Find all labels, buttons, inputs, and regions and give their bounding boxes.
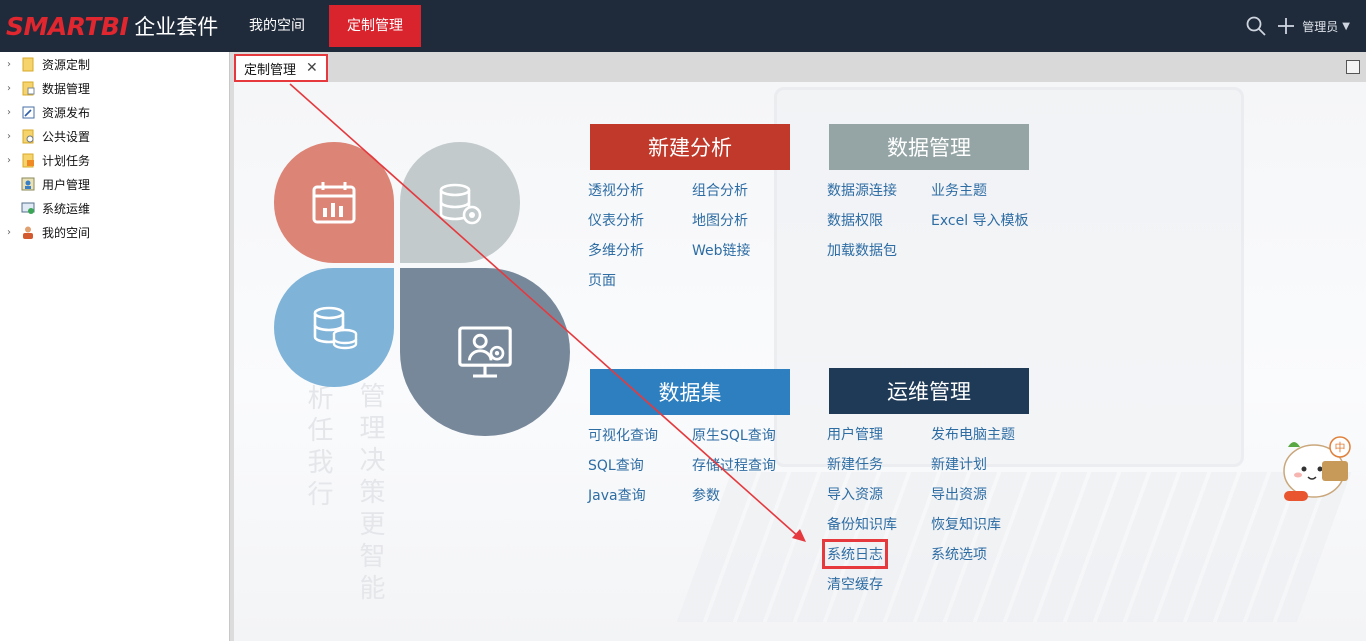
nav-my-space[interactable]: 我的空间 [231,5,323,47]
svg-text:中: 中 [1335,441,1346,454]
link-parameter[interactable]: 参数 [692,485,720,505]
maximize-icon[interactable] [1346,60,1360,74]
expand-arrow-icon[interactable]: › [2,59,16,70]
publish-icon [20,104,36,120]
link-combined-analysis[interactable]: 组合分析 [692,180,748,200]
logo-suite: 企业套件 [134,15,219,39]
settings-icon [20,128,36,144]
tab-bar: 定制管理 ✕ [234,52,1366,82]
expand-arrow-icon[interactable]: › [2,131,16,142]
sidebar-item-data-manage[interactable]: › 数据管理 [0,76,229,100]
logo-brand: SMARTBI [6,11,129,41]
link-excel-import-template[interactable]: Excel 导入模板 [931,210,1029,230]
monitor-user-icon [458,326,512,378]
logo: SMARTBI 企业套件 [6,9,218,43]
petal-data-manage[interactable] [400,142,520,263]
link-load-data-package[interactable]: 加载数据包 [827,240,897,260]
data-manage-button[interactable]: 数据管理 [829,124,1029,170]
link-data-permission[interactable]: 数据权限 [827,210,883,230]
link-new-schedule[interactable]: 新建计划 [931,454,987,474]
expand-arrow-icon[interactable]: › [2,107,16,118]
tab-custom-manage[interactable]: 定制管理 ✕ [234,54,328,82]
custom-manage-panel: 分析任我行 管理决策更智能 新建分析 透视分析 组合分析 仪表分析 地图分析 多… [234,82,1366,641]
link-java-query[interactable]: Java查询 [588,485,646,505]
expand-arrow-icon[interactable]: › [2,227,16,238]
link-dashboard-analysis[interactable]: 仪表分析 [588,210,644,230]
top-right-tools: 管理员 ▼ [1242,0,1366,52]
dataset-button[interactable]: 数据集 [590,369,790,415]
link-datasource-connect[interactable]: 数据源连接 [827,180,897,200]
link-visual-query[interactable]: 可视化查询 [588,425,658,445]
sidebar-item-label: 用户管理 [42,177,91,192]
link-import-resource[interactable]: 导入资源 [827,484,883,504]
sidebar-item-my-space[interactable]: › 我的空间 [0,220,229,244]
link-restore-repository[interactable]: 恢复知识库 [931,514,1001,534]
sidebar-item-label: 计划任务 [42,153,91,168]
database-gear-icon [439,183,482,224]
sidebar-item-label: 数据管理 [42,81,91,96]
sidebar-item-user-manage[interactable]: 用户管理 [0,172,229,196]
user-manage-icon [20,176,36,192]
chevron-down-icon[interactable]: ▼ [1342,21,1350,32]
mascot-icon[interactable]: 中 [1268,425,1360,515]
petal-new-analysis[interactable] [274,142,394,263]
folder-icon [20,56,36,72]
sidebar-item-resource-custom[interactable]: › 资源定制 [0,52,229,76]
main-nav: 我的空间 定制管理 [231,5,427,47]
link-web-link[interactable]: Web链接 [692,240,751,260]
link-system-log[interactable]: 系统日志 [822,539,888,569]
sidebar-item-label: 我的空间 [42,225,91,240]
link-user-manage[interactable]: 用户管理 [827,424,883,444]
link-publish-pc-theme[interactable]: 发布电脑主题 [931,424,1015,444]
sidebar-item-label: 系统运维 [42,201,91,216]
petal-ops-manage[interactable] [400,268,570,436]
search-icon[interactable] [1244,14,1268,38]
ops-manage-button[interactable]: 运维管理 [829,368,1029,414]
close-icon[interactable]: ✕ [306,60,318,76]
sidebar-item-resource-publish[interactable]: › 资源发布 [0,100,229,124]
link-system-options[interactable]: 系统选项 [931,544,987,564]
new-analysis-button[interactable]: 新建分析 [590,124,790,170]
link-clear-cache[interactable]: 清空缓存 [827,574,883,594]
sidebar-item-public-settings[interactable]: › 公共设置 [0,124,229,148]
petal-dataset[interactable] [274,268,394,387]
link-backup-repository[interactable]: 备份知识库 [827,514,897,534]
link-new-task[interactable]: 新建任务 [827,454,883,474]
data-folder-icon [20,80,36,96]
add-icon[interactable] [1274,14,1298,38]
sidebar-item-label: 公共设置 [42,129,91,144]
sidebar-tree: › 资源定制 › 数据管理 › 资源发布 › 公共设置 › 计划任务 用户管理 … [0,52,230,641]
background-slogan-b: 管理决策更智能 [355,382,385,606]
sidebar-item-label: 资源定制 [42,57,91,72]
link-page[interactable]: 页面 [588,270,616,290]
system-ops-icon [20,200,36,216]
calendar-chart-icon [312,181,356,223]
tab-label: 定制管理 [244,62,297,78]
admin-menu[interactable]: 管理员 [1302,18,1338,35]
sidebar-item-label: 资源发布 [42,105,91,120]
link-stored-procedure-query[interactable]: 存储过程查询 [692,455,776,475]
nav-custom-manage[interactable]: 定制管理 [329,5,421,47]
link-export-resource[interactable]: 导出资源 [931,484,987,504]
link-business-theme[interactable]: 业务主题 [931,180,987,200]
link-olap-analysis[interactable]: 多维分析 [588,240,644,260]
link-map-analysis[interactable]: 地图分析 [692,210,748,230]
link-pivot-analysis[interactable]: 透视分析 [588,180,644,200]
schedule-icon [20,152,36,168]
top-bar: SMARTBI 企业套件 我的空间 定制管理 管理员 ▼ [0,0,1366,52]
link-native-sql-query[interactable]: 原生SQL查询 [692,425,776,445]
background-keyboard-image [676,472,1352,622]
my-space-icon [20,224,36,240]
link-sql-query[interactable]: SQL查询 [588,455,644,475]
database-icon [313,306,358,349]
expand-arrow-icon[interactable]: › [2,83,16,94]
sidebar-item-scheduled-tasks[interactable]: › 计划任务 [0,148,229,172]
sidebar-item-system-ops[interactable]: 系统运维 [0,196,229,220]
expand-arrow-icon[interactable]: › [2,155,16,166]
